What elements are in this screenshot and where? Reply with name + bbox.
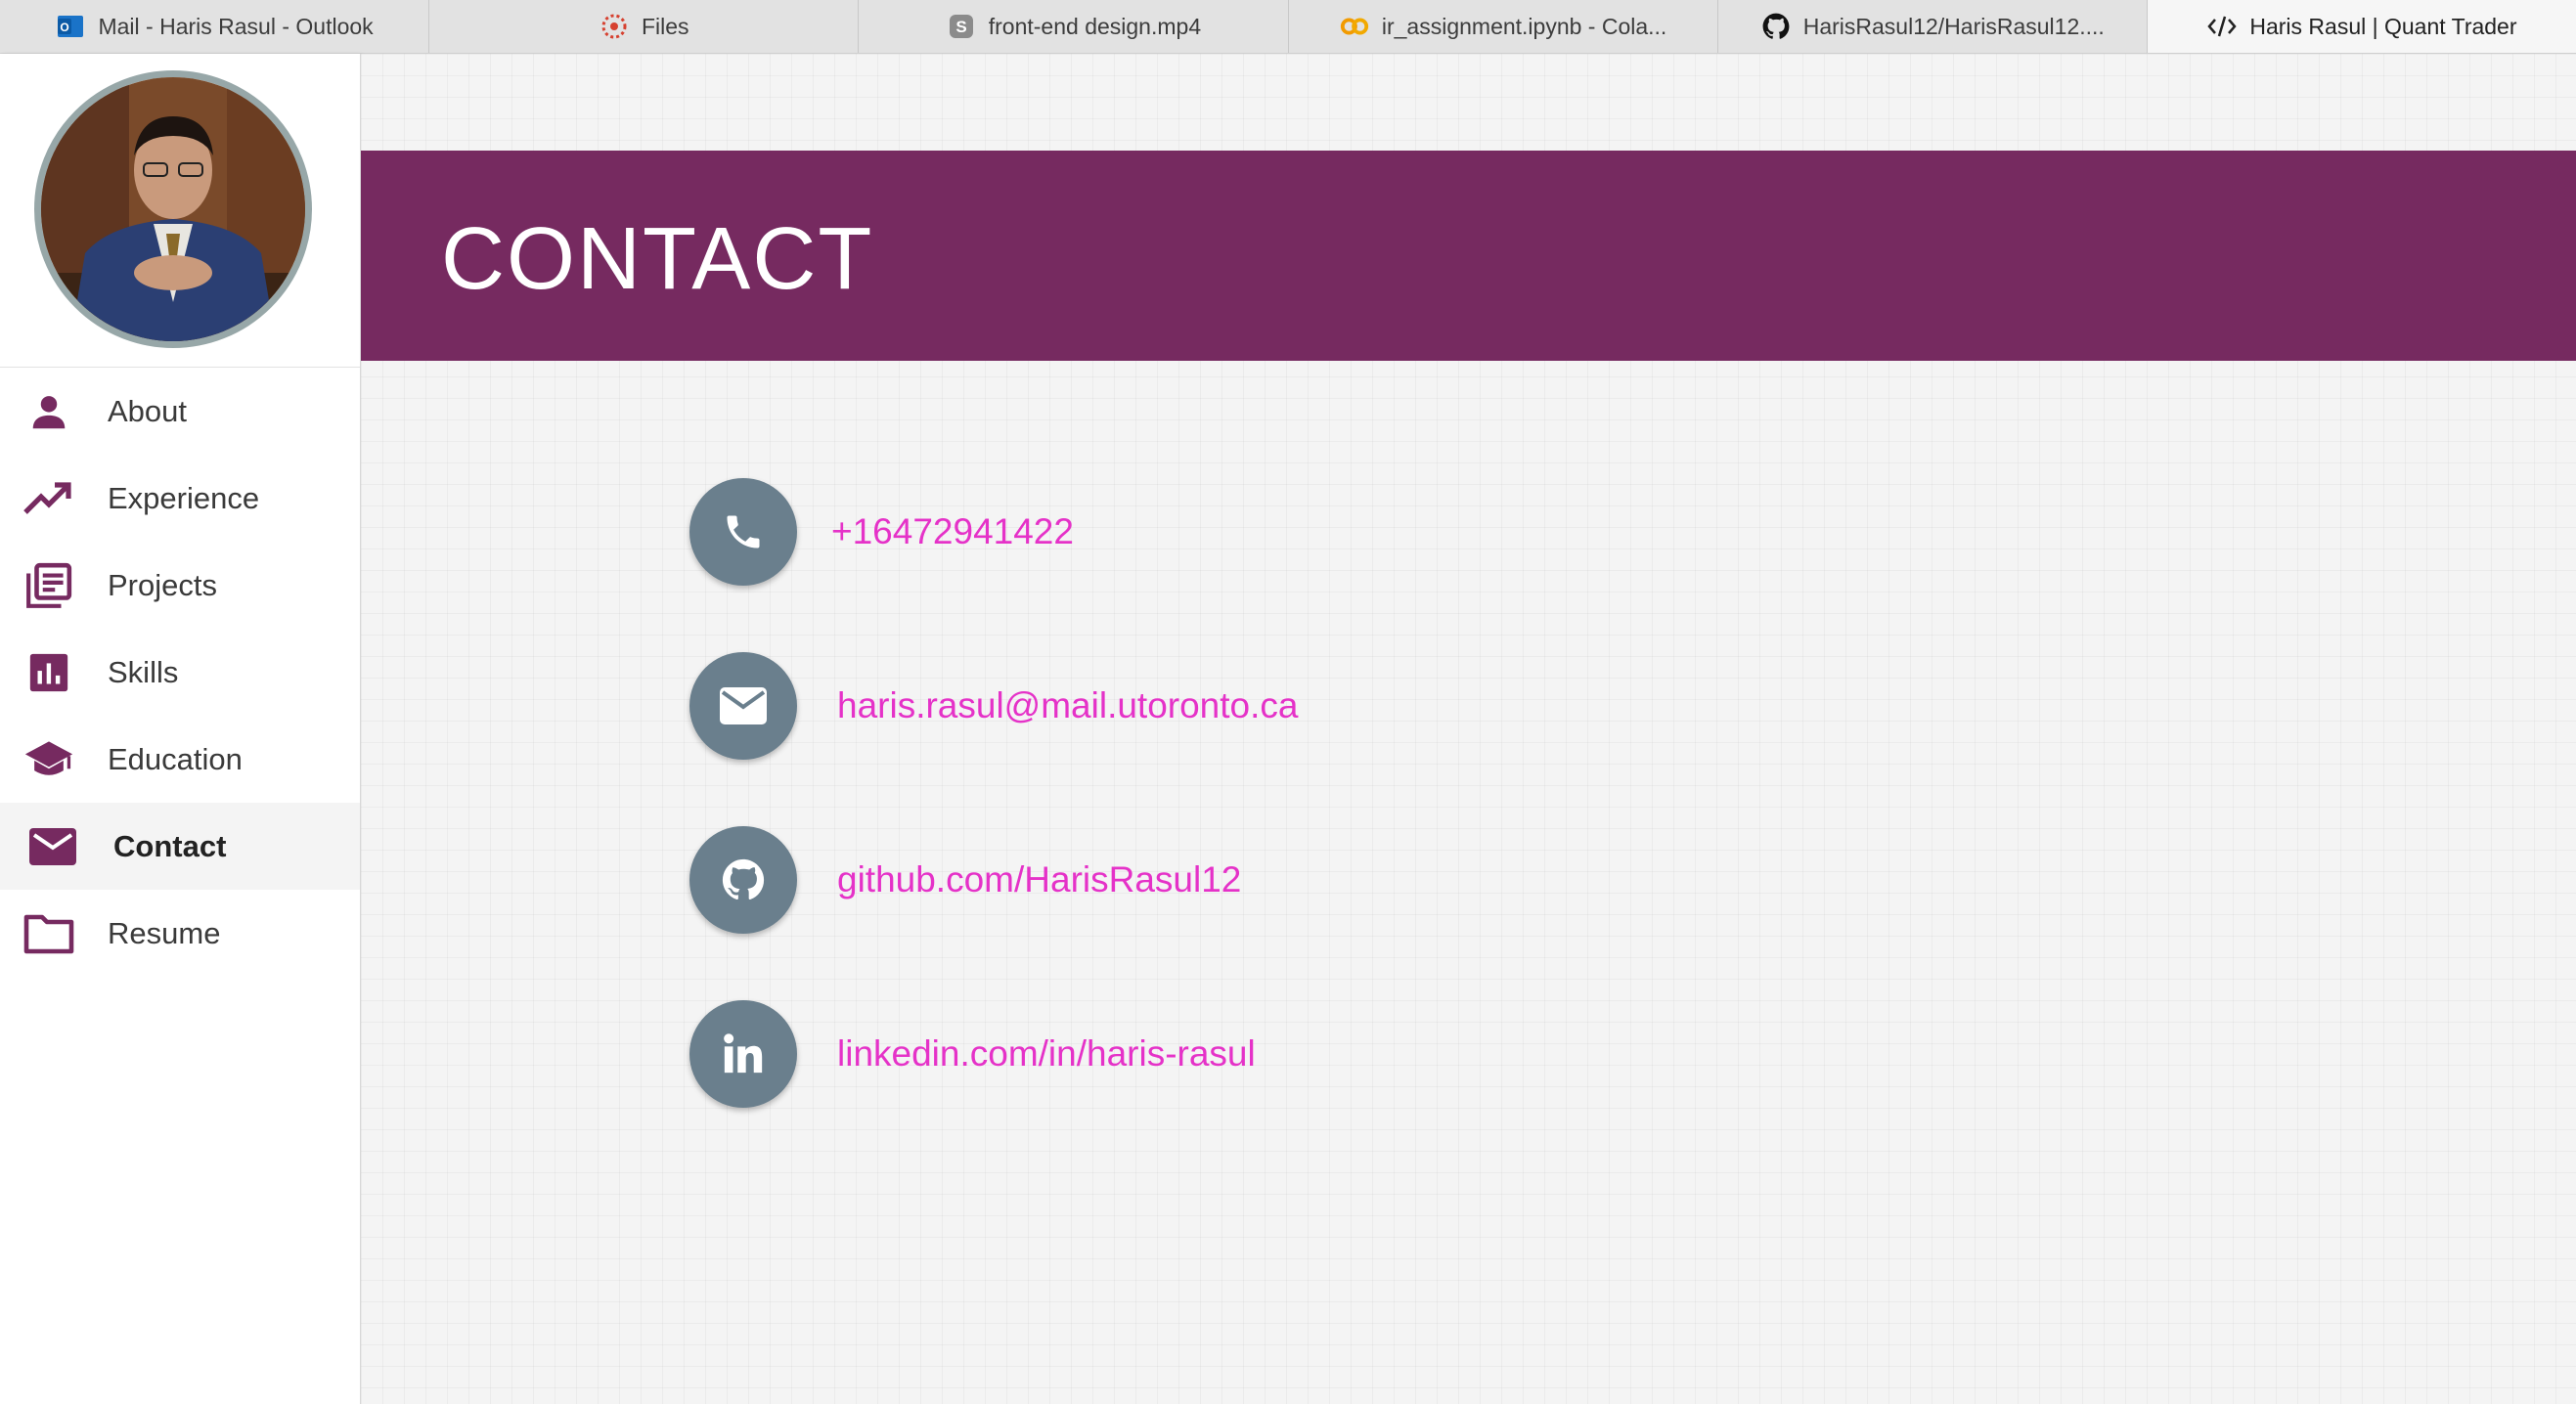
sidebar-item-label: Education <box>108 741 243 776</box>
tab-label: Files <box>641 13 689 39</box>
tab-label: front-end design.mp4 <box>988 13 1202 39</box>
tab-colab[interactable]: ir_assignment.ipynb - Cola... <box>1289 0 1718 53</box>
contact-row-email: haris.rasul@mail.utoronto.ca <box>689 652 1570 760</box>
person-icon <box>23 386 74 437</box>
tab-label: ir_assignment.ipynb - Cola... <box>1381 13 1667 39</box>
email-link[interactable]: haris.rasul@mail.utoronto.ca <box>837 685 1298 726</box>
sidebar-item-label: Contact <box>113 828 227 863</box>
sidebar-item-label: Skills <box>108 654 179 689</box>
sidebar: About Experience Projects Skills Educati… <box>0 54 361 1404</box>
trending-up-icon <box>23 473 74 524</box>
phone-link[interactable]: +16472941422 <box>831 511 1074 552</box>
sidebar-item-contact[interactable]: Contact <box>0 803 360 890</box>
sidebar-item-projects[interactable]: Projects <box>0 542 360 629</box>
canvas-icon <box>599 11 630 42</box>
github-icon <box>1760 11 1792 42</box>
browser-tab-bar: O Mail - Haris Rasul - Outlook Files S f… <box>0 0 2576 54</box>
sidebar-item-education[interactable]: Education <box>0 716 360 803</box>
mail-icon <box>27 821 78 872</box>
sidebar-item-label: Resume <box>108 915 221 950</box>
bar-chart-icon <box>23 647 74 698</box>
linkedin-icon <box>689 1000 797 1108</box>
profile-header <box>0 54 360 368</box>
linkedin-link[interactable]: linkedin.com/in/haris-rasul <box>837 1033 1256 1075</box>
tab-label: Mail - Haris Rasul - Outlook <box>98 13 374 39</box>
tab-outlook[interactable]: O Mail - Haris Rasul - Outlook <box>0 0 430 53</box>
colab-icon <box>1339 11 1370 42</box>
sidebar-item-about[interactable]: About <box>0 368 360 455</box>
page-title: CONTACT <box>441 210 874 308</box>
tab-github[interactable]: HarisRasul12/HarisRasul12.... <box>1718 0 2148 53</box>
tab-label: Haris Rasul | Quant Trader <box>2249 13 2517 39</box>
contact-row-phone: +16472941422 <box>689 478 1570 586</box>
sidebar-nav: About Experience Projects Skills Educati… <box>0 368 360 977</box>
tab-quant-trader[interactable]: Haris Rasul | Quant Trader <box>2147 0 2576 53</box>
library-books-icon <box>23 560 74 611</box>
code-icon <box>2206 11 2238 42</box>
tab-label: HarisRasul12/HarisRasul12.... <box>1802 13 2105 39</box>
svg-text:S: S <box>955 18 966 36</box>
envelope-icon <box>689 652 797 760</box>
folder-icon <box>23 908 74 959</box>
main-content: CONTACT +16472941422 haris.rasul@mail.ut… <box>361 54 2576 1404</box>
github-link[interactable]: github.com/HarisRasul12 <box>837 859 1241 900</box>
sidebar-item-resume[interactable]: Resume <box>0 890 360 977</box>
phone-icon <box>689 478 797 586</box>
page-banner: CONTACT <box>361 151 2576 361</box>
sidebar-item-skills[interactable]: Skills <box>0 629 360 716</box>
github-icon <box>689 826 797 934</box>
stream-icon: S <box>946 11 977 42</box>
school-icon <box>23 734 74 785</box>
outlook-icon: O <box>55 11 86 42</box>
sidebar-item-label: Experience <box>108 480 260 515</box>
svg-text:O: O <box>61 21 69 34</box>
sidebar-item-experience[interactable]: Experience <box>0 455 360 542</box>
sidebar-item-label: Projects <box>108 567 217 602</box>
contact-row-linkedin: linkedin.com/in/haris-rasul <box>689 1000 1570 1108</box>
tab-stream[interactable]: S front-end design.mp4 <box>859 0 1289 53</box>
avatar <box>34 70 312 348</box>
tab-files[interactable]: Files <box>429 0 860 53</box>
contact-row-github: github.com/HarisRasul12 <box>689 826 1570 934</box>
sidebar-item-label: About <box>108 393 188 428</box>
